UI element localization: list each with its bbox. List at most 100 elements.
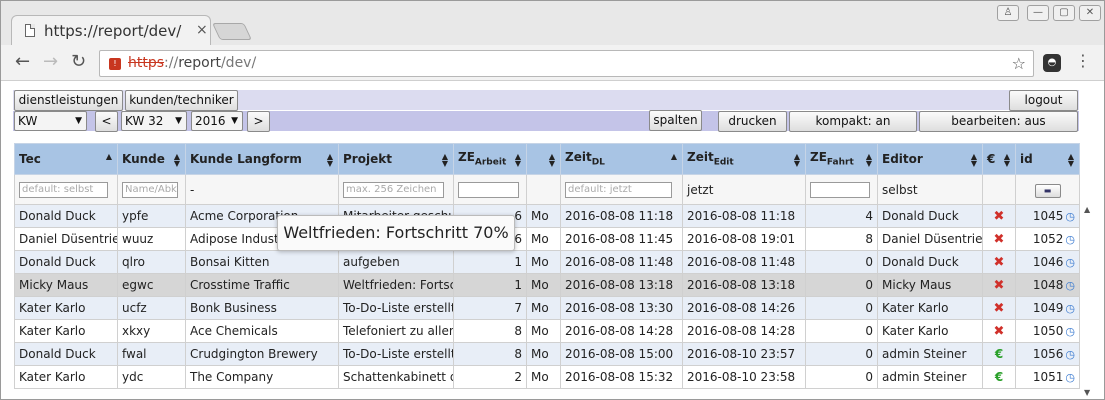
scroll-down-icon[interactable]: ▼ xyxy=(1084,388,1090,397)
week-select[interactable]: KW 32 ▼ xyxy=(121,111,187,131)
cell-projekt: To-Do-Liste erstellt xyxy=(338,342,454,366)
cell-kunde: qlro xyxy=(117,250,186,274)
browser-toolbar: ← → ↻ ! https://report/dev/ ☆ ◓ ⋮ xyxy=(1,45,1104,81)
row-id: 1048 xyxy=(1032,278,1064,292)
extension-icon[interactable]: ◓ xyxy=(1043,54,1061,72)
col-header-zeit-dl[interactable]: ZeitDL ▲ xyxy=(560,143,683,175)
col-header-euro[interactable]: € ▲ ▼ xyxy=(982,143,1016,175)
col-header-editor[interactable]: Editor ▲ ▼ xyxy=(877,143,983,175)
unpaid-x-icon[interactable]: ✖ xyxy=(994,209,1005,224)
history-icon[interactable]: ◷ xyxy=(1065,325,1075,338)
cell-ze-fahrt: 0 xyxy=(805,296,878,320)
filter-cell-tec xyxy=(14,174,118,205)
filter-cell-day xyxy=(526,174,561,205)
cell-id: 1052 ◷ xyxy=(1015,227,1080,251)
kompakt-toggle-button[interactable]: kompakt: an xyxy=(789,111,917,132)
col-header-kunde-label: Kunde xyxy=(122,152,165,166)
reload-icon[interactable]: ↻ xyxy=(71,53,86,71)
spalten-button[interactable]: spalten xyxy=(649,110,702,131)
prev-week-button[interactable]: < xyxy=(95,111,118,132)
unpaid-x-icon[interactable]: ✖ xyxy=(994,324,1005,339)
col-header-id[interactable]: id ▲ ▼ xyxy=(1015,143,1080,175)
col-header-day[interactable]: ▲ ▼ xyxy=(526,143,561,175)
logout-button[interactable]: logout xyxy=(1009,90,1078,111)
zeit-dl-input[interactable] xyxy=(565,181,673,198)
header-row: Tec ▲ Kunde ▲ ▼ Kunde Langform ▲ ▼ Projekt ▲ ▼ … xyxy=(14,143,1080,175)
col-header-langform[interactable]: Kunde Langform ▲ ▼ xyxy=(185,143,339,175)
table-row[interactable]: Kater Karlo ydc The Company Schattenkabinet… xyxy=(14,365,1080,389)
scroll-up-icon[interactable]: ▲ xyxy=(1084,205,1090,214)
address-bar[interactable]: ! https://report/dev/ ☆ xyxy=(99,50,1034,77)
col-header-ze-arbeit[interactable]: ZEArbeit ▲ ▼ xyxy=(453,143,527,175)
unpaid-x-icon[interactable]: ✖ xyxy=(994,255,1005,270)
unpaid-x-icon[interactable]: ✖ xyxy=(994,232,1005,247)
insecure-lock-icon[interactable]: ! xyxy=(109,58,121,70)
cell-euro-status: ✖ xyxy=(982,204,1016,228)
table-row[interactable]: Micky Maus egwc Crosstime Traffic Weltfried… xyxy=(14,273,1080,297)
user-icon[interactable]: ♙ xyxy=(997,5,1019,21)
history-icon[interactable]: ◷ xyxy=(1065,371,1075,384)
ze-fahrt-input[interactable] xyxy=(810,181,870,198)
cell-ze-fahrt: 0 xyxy=(805,342,878,366)
forward-icon[interactable]: → xyxy=(43,53,58,71)
minimize-icon[interactable]: — xyxy=(1027,5,1049,21)
drucken-button[interactable]: drucken xyxy=(718,111,787,132)
table-row[interactable]: Donald Duck fwal Crudgington Brewery To-Do-… xyxy=(14,342,1080,366)
menu-icon[interactable]: ⋮ xyxy=(1075,51,1091,70)
history-icon[interactable]: ◷ xyxy=(1065,279,1075,292)
maximize-icon[interactable]: ▢ xyxy=(1053,5,1075,21)
save-icon[interactable]: ▬ xyxy=(1034,183,1061,198)
close-window-icon[interactable]: ✕ xyxy=(1079,5,1101,21)
unpaid-x-icon[interactable]: ✖ xyxy=(994,278,1005,293)
week-select-value: KW 32 xyxy=(125,114,164,128)
bookmark-star-icon[interactable]: ☆ xyxy=(1012,54,1026,73)
dienstleistungen-button[interactable]: dienstleistungen xyxy=(14,90,123,111)
year-select-value: 2016 xyxy=(195,114,226,128)
table-row[interactable]: Daniel DüsentriebwuuzAdipose IndustriesD… xyxy=(14,227,1080,251)
euro-paid-icon[interactable]: € xyxy=(995,347,1003,361)
col-header-kunde[interactable]: Kunde ▲ ▼ xyxy=(117,143,186,175)
back-icon[interactable]: ← xyxy=(15,53,30,71)
tab-close-icon[interactable]: × xyxy=(196,22,208,38)
table-row[interactable]: Kater Karlo ucfz Bonk Business To-Do-Liste … xyxy=(14,296,1080,320)
col-header-zeit-dl-label: Zeit xyxy=(565,150,592,165)
table-row[interactable]: Donald Duck qlro Bonsai Kitten aufgeben 1 Mo 2… xyxy=(14,250,1080,274)
cell-euro-status: € xyxy=(982,342,1016,366)
kunden-techniker-button[interactable]: kunden/techniker xyxy=(125,90,238,111)
unpaid-x-icon[interactable]: ✖ xyxy=(994,301,1005,316)
tec-filter-input[interactable] xyxy=(19,181,109,198)
url-scheme: https xyxy=(128,55,165,71)
vertical-scrollbar[interactable]: ▲ ▼ xyxy=(1084,205,1098,397)
kunde-filter-input[interactable] xyxy=(122,181,179,198)
history-icon[interactable]: ◷ xyxy=(1065,302,1075,315)
col-header-tec[interactable]: Tec ▲ xyxy=(14,143,118,175)
history-icon[interactable]: ◷ xyxy=(1065,210,1075,223)
period-select[interactable]: KW ▼ xyxy=(14,111,87,131)
col-header-zeit-edit-sub: Edit xyxy=(713,157,734,168)
filter-cell-euro xyxy=(982,174,1016,205)
ze-arbeit-input[interactable] xyxy=(458,181,519,198)
projekt-filter-input[interactable] xyxy=(343,181,444,198)
sort-icon: ▲ ▼ xyxy=(1003,152,1010,168)
table-row[interactable]: Kater Karlo xkxy Ace Chemicals Telefoniert … xyxy=(14,319,1080,343)
cell-zeit-edit: 2016-08-08 19:01 xyxy=(682,227,806,251)
col-header-zeit-edit[interactable]: ZeitEdit ▲ ▼ xyxy=(682,143,806,175)
bearbeiten-toggle-button[interactable]: bearbeiten: aus xyxy=(919,111,1078,132)
url-separator: :// xyxy=(164,55,179,71)
cell-zeit-dl: 2016-08-08 11:18 xyxy=(560,204,683,228)
history-icon[interactable]: ◷ xyxy=(1065,256,1075,269)
new-tab-button[interactable] xyxy=(212,23,252,40)
browser-tab[interactable]: https://report/dev/ × xyxy=(11,15,211,45)
history-icon[interactable]: ◷ xyxy=(1065,233,1075,246)
table-row[interactable]: Donald DuckypfeAcme CorporationMitarbeit… xyxy=(14,204,1080,228)
col-header-projekt[interactable]: Projekt ▲ ▼ xyxy=(338,143,454,175)
year-select[interactable]: 2016 ▼ xyxy=(191,111,243,131)
euro-paid-icon[interactable]: € xyxy=(995,370,1003,384)
cell-kunde: egwc xyxy=(117,273,186,297)
cell-tec: Kater Karlo xyxy=(14,365,118,389)
next-week-button[interactable]: > xyxy=(247,111,270,132)
col-header-ze-fahrt[interactable]: ZEFahrt ▲ ▼ xyxy=(805,143,878,175)
history-icon[interactable]: ◷ xyxy=(1065,348,1075,361)
cell-ze-arbeit: 8 xyxy=(453,342,527,366)
cell-day: Mo xyxy=(526,250,561,274)
